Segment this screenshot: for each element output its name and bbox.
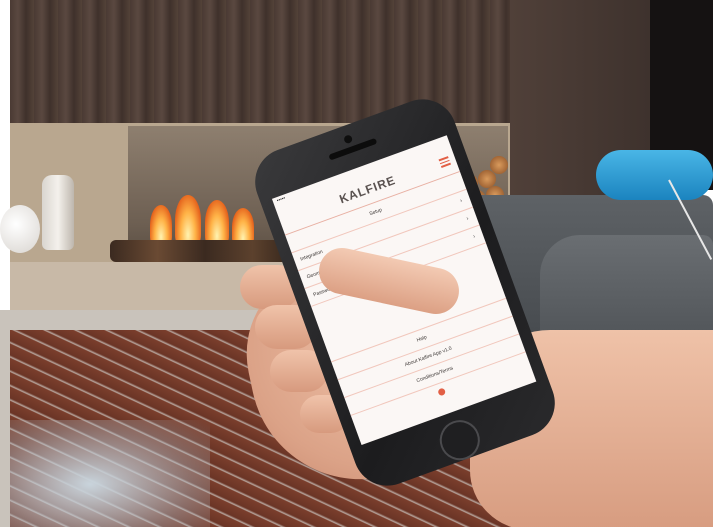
front-camera-icon xyxy=(343,134,354,145)
fireplace-logs xyxy=(110,240,300,262)
chevron-right-icon: › xyxy=(459,198,464,205)
flame-icon[interactable] xyxy=(436,387,446,397)
scene: ••••• KALFIRE Setup Integration › Geomet… xyxy=(0,0,713,527)
flame xyxy=(150,205,172,245)
flame xyxy=(205,200,229,245)
status-battery xyxy=(443,138,446,147)
chevron-right-icon: › xyxy=(472,233,477,241)
rug-light-area xyxy=(10,420,210,527)
blue-cushion xyxy=(596,150,713,200)
chevron-right-icon: › xyxy=(465,215,470,223)
status-time xyxy=(364,166,367,175)
white-lamp xyxy=(0,205,40,253)
earpiece-speaker xyxy=(328,137,378,161)
decorative-vase xyxy=(42,175,74,250)
flame xyxy=(175,195,201,245)
